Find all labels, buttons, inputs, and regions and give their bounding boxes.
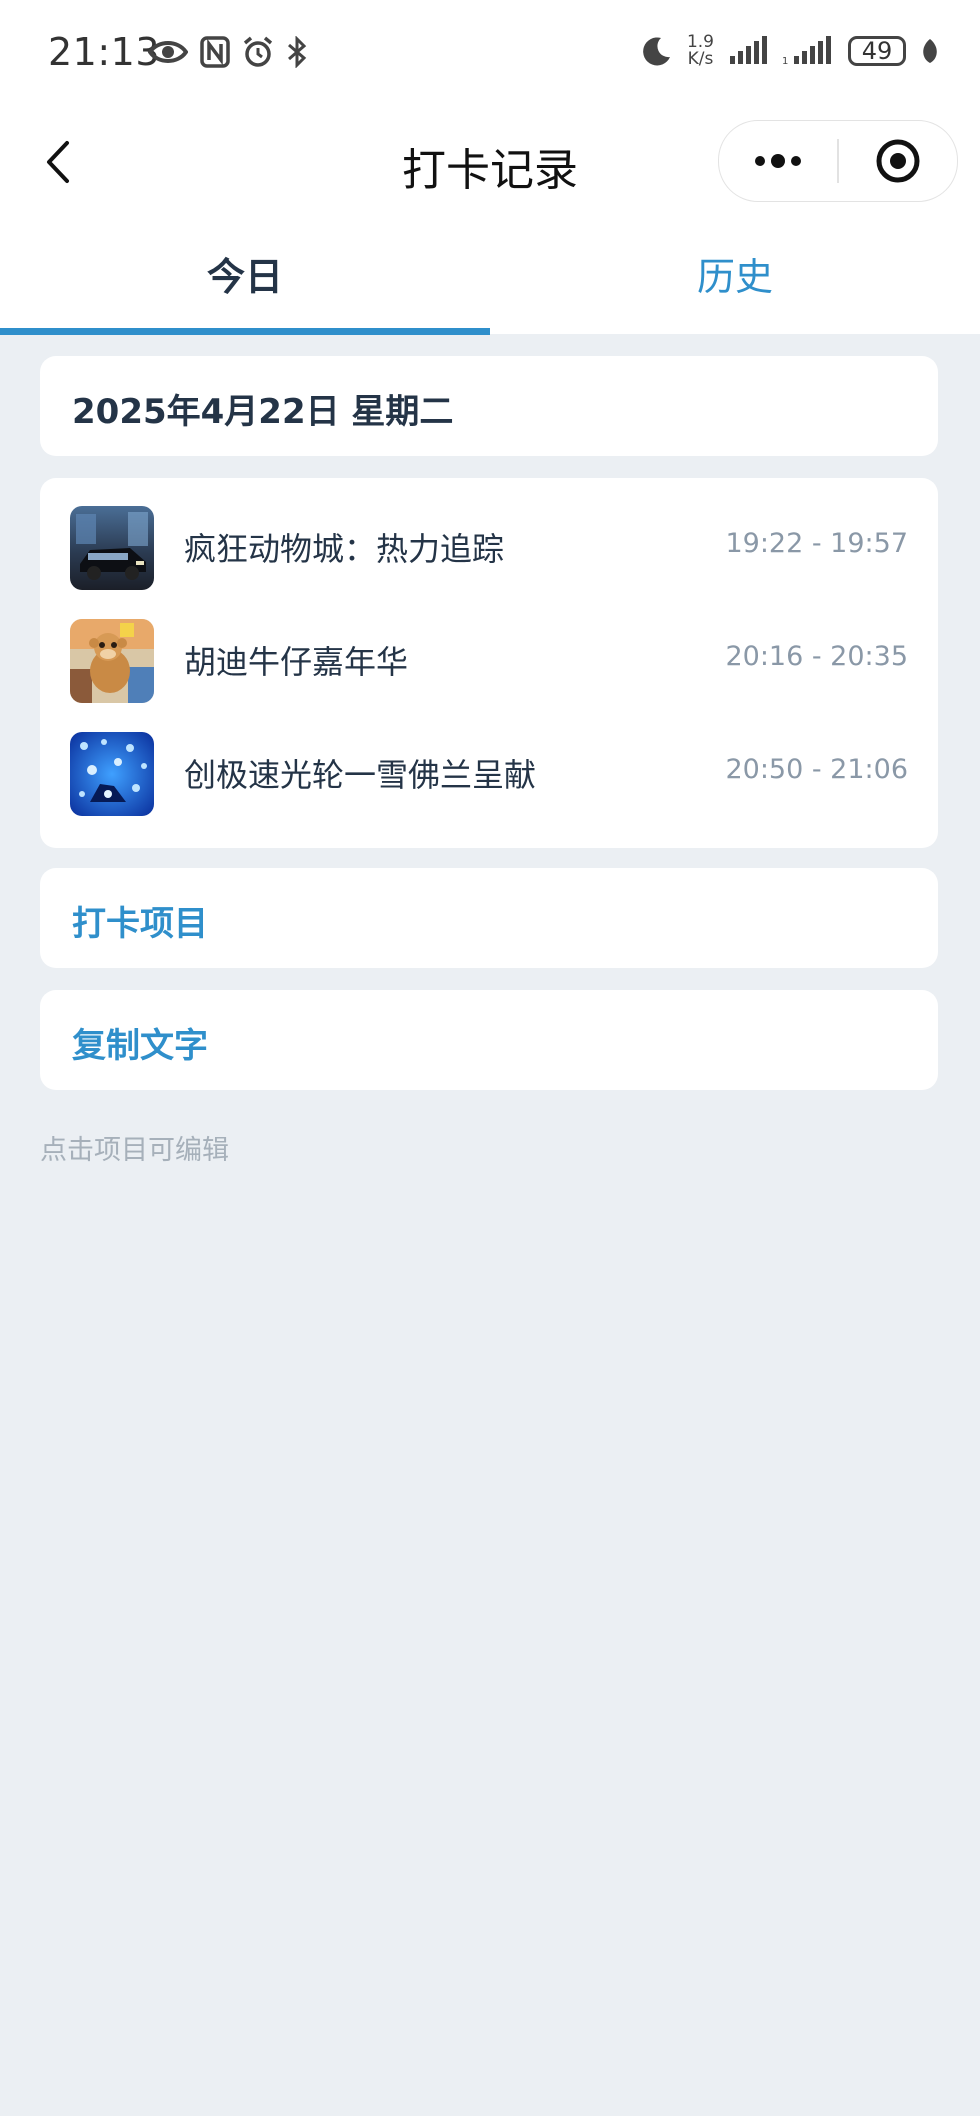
bluetooth-icon <box>288 36 307 68</box>
status-icons-right: 1.9 K/s 1 49 <box>641 34 940 68</box>
signal-icon <box>730 36 767 64</box>
record-thumbnail <box>70 619 154 703</box>
battery-indicator: 49 <box>848 36 906 66</box>
battery-level: 49 <box>861 37 893 65</box>
eye-icon <box>148 41 188 63</box>
leaf-icon <box>923 39 937 63</box>
record-title: 创极速光轮一雪佛兰呈献 <box>184 756 537 794</box>
edit-hint: 点击项目可编辑 <box>40 1135 229 1166</box>
record-thumbnail <box>70 506 154 590</box>
signal-icon-2: 1 <box>782 36 831 66</box>
record-time: 19:22 - 19:57 <box>725 528 908 559</box>
checkin-items-label: 打卡项目 <box>72 904 208 944</box>
record-time: 20:50 - 21:06 <box>725 754 908 785</box>
more-button[interactable] <box>719 121 837 201</box>
record-thumbnail <box>70 732 154 816</box>
tab-history[interactable]: 历史 <box>490 212 980 334</box>
status-time: 21:13 <box>48 30 161 74</box>
mini-program-capsule <box>718 120 958 202</box>
close-mini-program-button[interactable] <box>839 121 957 201</box>
record-time: 20:16 - 20:35 <box>725 641 908 672</box>
record-row[interactable]: 疯狂动物城：热力追踪 19:22 - 19:57 <box>40 478 938 591</box>
alarm-icon <box>243 36 273 67</box>
status-bar: 21:13 1.9 K/s 1 49 <box>0 0 980 112</box>
moon-icon <box>643 37 670 66</box>
status-icons-left <box>148 36 308 68</box>
target-icon <box>876 139 920 183</box>
nav-bar: 打卡记录 <box>0 112 980 212</box>
tab-today[interactable]: 今日 <box>0 212 490 334</box>
svg-text:1: 1 <box>782 56 788 66</box>
date-card: 2025年4月22日 星期二 <box>40 356 938 456</box>
more-dots-icon <box>755 154 802 168</box>
copy-text-label: 复制文字 <box>72 1026 208 1066</box>
nfc-icon <box>200 36 230 68</box>
copy-text-button[interactable]: 复制文字 <box>40 990 938 1090</box>
tab-indicator <box>0 328 490 335</box>
record-list: 疯狂动物城：热力追踪 19:22 - 19:57 胡迪牛仔嘉年华 20:16 -… <box>40 478 938 848</box>
record-row[interactable]: 创极速光轮一雪佛兰呈献 20:50 - 21:06 <box>40 704 938 817</box>
network-speed: 1.9 K/s <box>687 34 714 68</box>
checkin-items-button[interactable]: 打卡项目 <box>40 868 938 968</box>
record-title: 疯狂动物城：热力追踪 <box>184 530 505 568</box>
record-title: 胡迪牛仔嘉年华 <box>184 643 409 681</box>
record-row[interactable]: 胡迪牛仔嘉年华 20:16 - 20:35 <box>40 591 938 704</box>
date-header: 2025年4月22日 星期二 <box>72 392 454 432</box>
speed-unit: K/s <box>687 49 714 69</box>
tab-bar: 今日 历史 <box>0 212 980 335</box>
